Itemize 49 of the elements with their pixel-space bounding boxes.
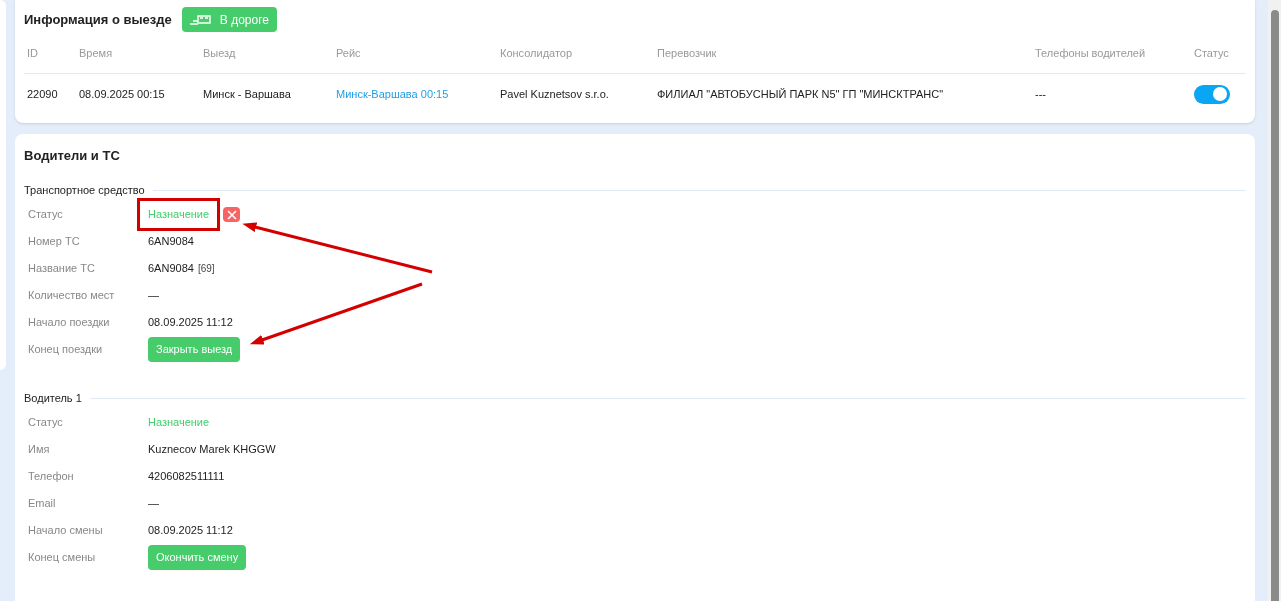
field-label: Телефон [28,469,75,485]
status-text: Назначение [140,201,218,228]
scrollbar-thumb[interactable] [1270,10,1279,601]
column-header: Время [78,46,114,62]
field-label: Начало смены [28,523,104,539]
field-value: 4206082511111 [148,469,225,485]
field-label: Конец смены [28,550,97,566]
field-label: Номер ТС [28,234,81,250]
field-value: 6AN9084 [148,261,194,277]
table-cell: Pavel Kuznetsov s.r.o. [500,87,609,100]
table-cell: --- [1035,87,1046,100]
field-label: Начало поездки [28,315,111,331]
field-value: — [148,288,159,304]
field-label: Конец поездки [28,342,104,358]
field-label: Статус [28,207,64,223]
status-badge: В дороге [181,7,277,32]
section-title: Водитель 1 [24,390,82,406]
field-tag: [69] [197,261,215,277]
table-cell: 22090 [27,87,58,100]
field-label: Email [28,496,57,512]
section-title: Транспортное средство [24,182,145,198]
action-button[interactable]: Закрыть выезд [148,337,241,362]
field-value: 08.09.2025 11:12 [148,523,233,539]
column-header: Статус [1193,46,1230,62]
card-title: Информация о выезде [24,10,172,29]
table-cell: 08.09.2025 00:15 [79,87,165,100]
field-label: Количество мест [28,288,116,304]
field-label: Название ТС [28,261,96,277]
action-button[interactable]: Окончить смену [148,545,247,570]
remove-icon[interactable] [223,207,241,222]
field-label: Имя [28,442,51,458]
status-text: Назначение [147,415,211,431]
column-header: ID [26,46,39,62]
column-header: Перевозчик [656,46,718,62]
field-value: 6AN9084 [148,234,194,250]
field-value: — [148,496,159,512]
table-cell: Минск - Варшава [203,87,291,100]
column-header: Рейс [335,46,362,62]
route-link[interactable]: Минск-Варшава 00:15 [336,87,449,100]
table-cell: ФИЛИАЛ "АВТОБУСНЫЙ ПАРК N5" ГП "МИНСКТРАНС" [657,87,944,100]
column-header: Консолидатор [499,46,574,62]
status-toggle[interactable] [1194,84,1230,104]
column-header: Выезд [202,46,237,62]
field-label: Статус [28,415,64,431]
field-value: Kuznecov Marek KHGGW [148,442,276,458]
column-header: Телефоны водителей [1034,46,1147,62]
bus-icon [189,14,212,25]
card-title: Водители и ТС [24,147,121,164]
field-value: 08.09.2025 11:12 [148,315,233,331]
